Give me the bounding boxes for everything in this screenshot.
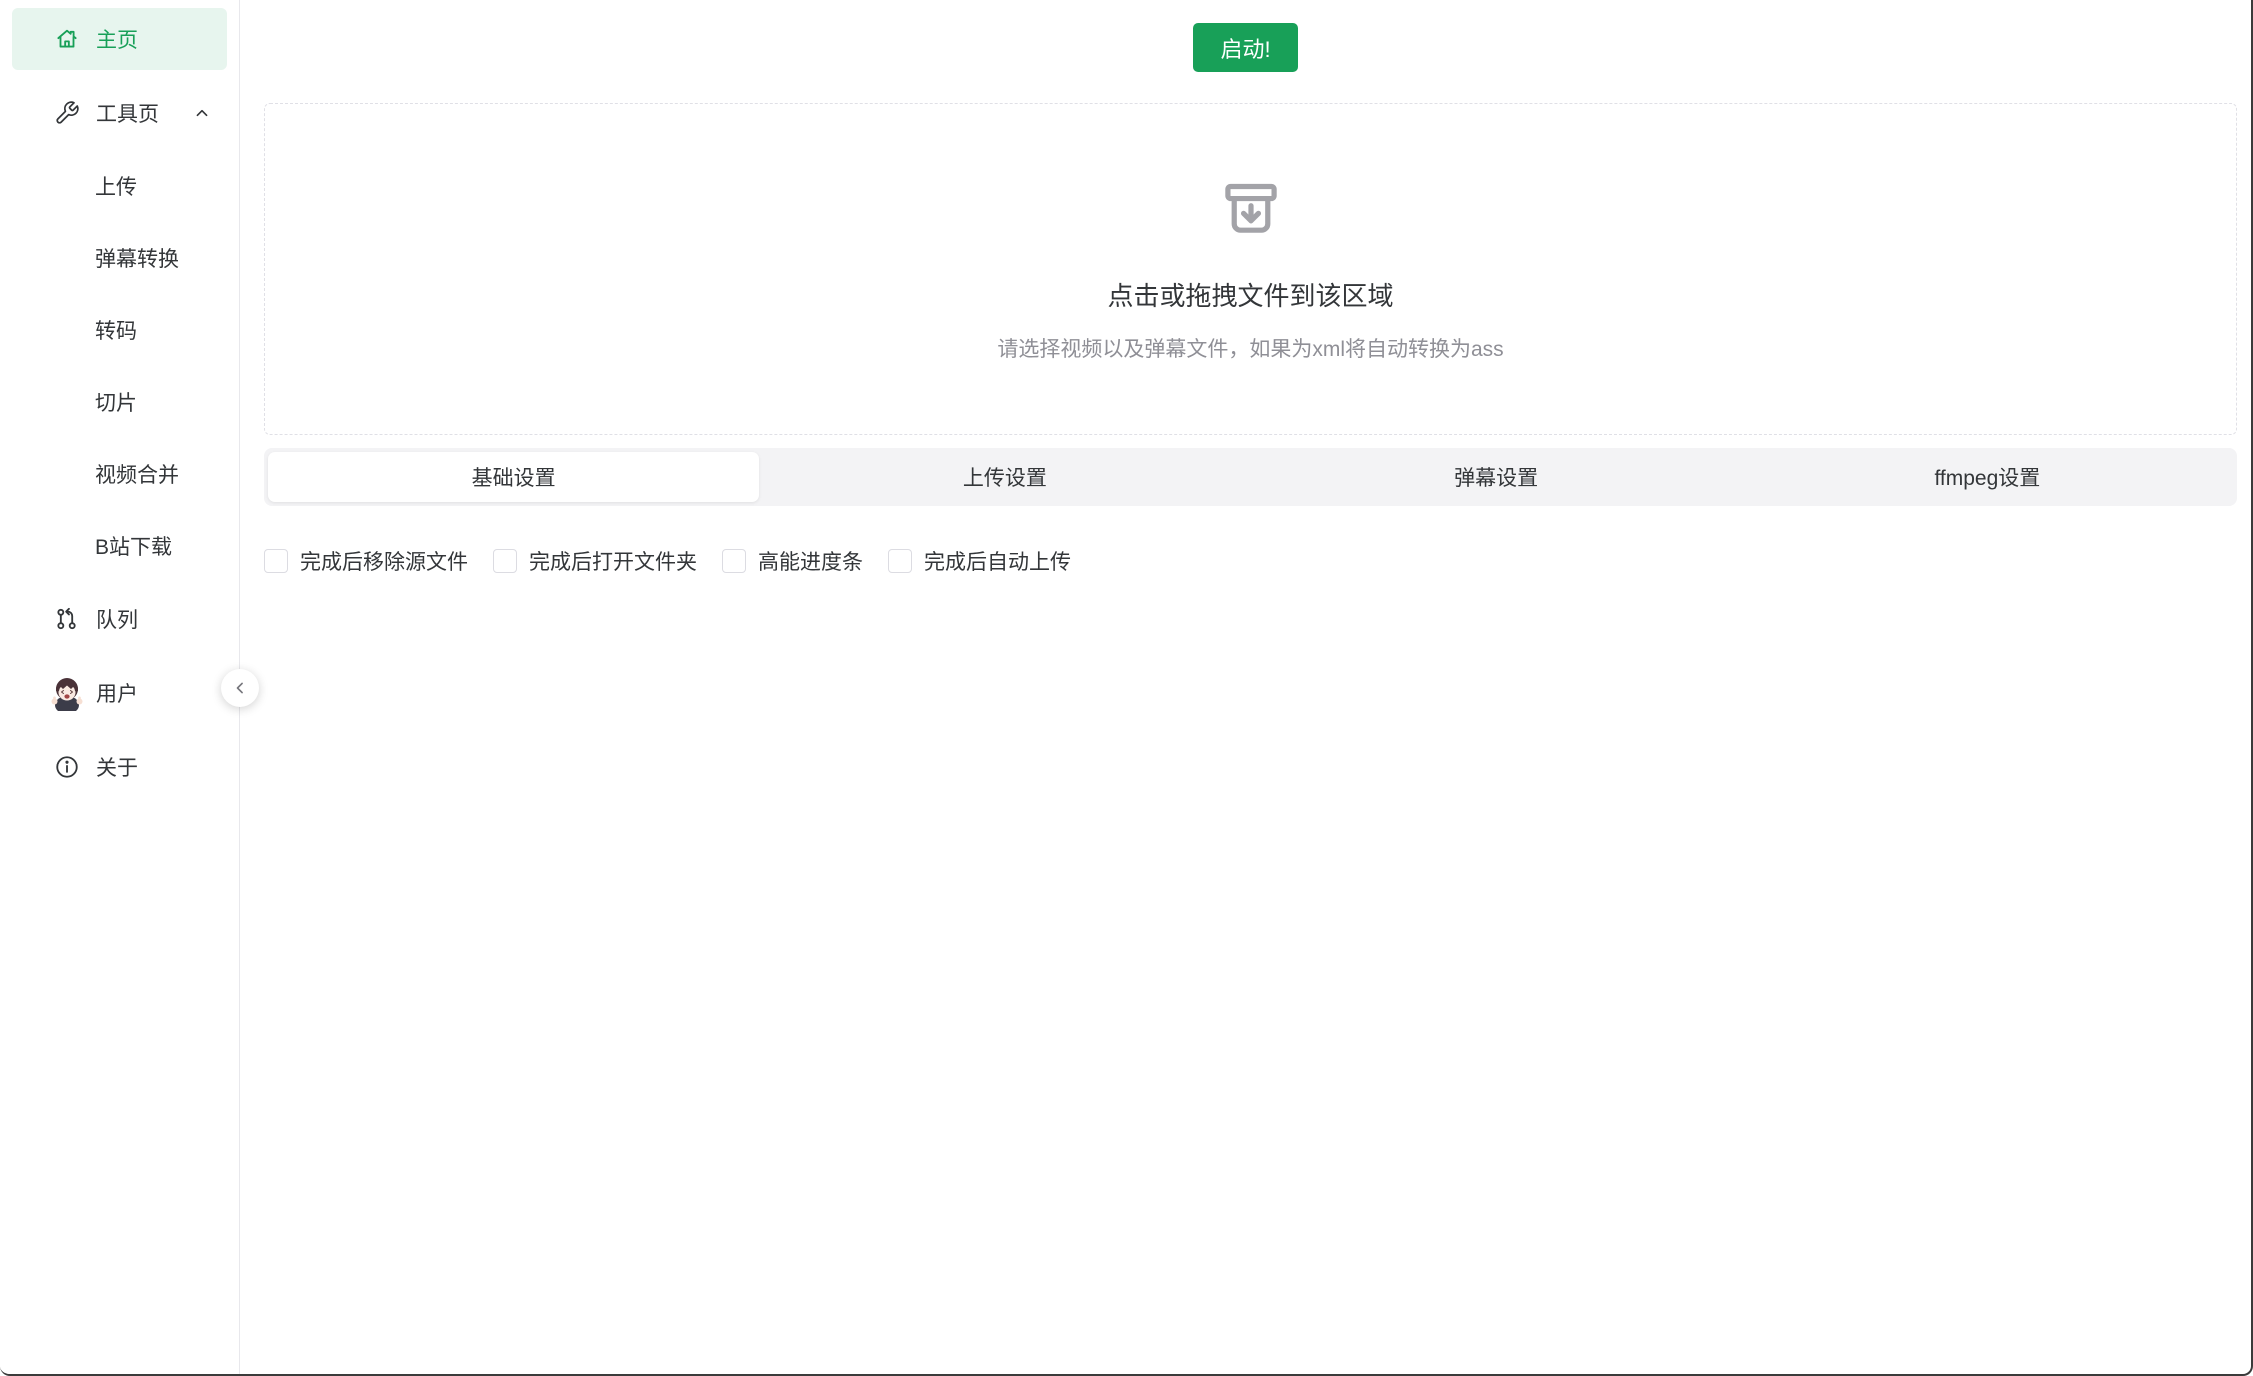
sidebar-subitem-slice[interactable]: 切片 bbox=[12, 371, 227, 433]
checkbox-label: 高能进度条 bbox=[758, 551, 863, 574]
sidebar-subitem-transcode[interactable]: 转码 bbox=[12, 299, 227, 361]
checkbox-box[interactable] bbox=[888, 549, 912, 573]
sidebar: 主页 工具页 上传 弹幕转换 转码 切片 视频合并 B站下载 队列 用户 关于 bbox=[0, 0, 240, 1374]
checkbox-label: 完成后移除源文件 bbox=[300, 551, 468, 574]
checkbox-high-energy-progress[interactable]: 高能进度条 bbox=[722, 546, 863, 576]
sidebar-collapse-button[interactable] bbox=[221, 669, 259, 707]
start-row: 启动! bbox=[240, 23, 2251, 72]
wrench-icon bbox=[54, 100, 80, 126]
sidebar-item-tools[interactable]: 工具页 bbox=[12, 82, 227, 144]
tab-basic-settings[interactable]: 基础设置 bbox=[268, 452, 760, 502]
file-dropzone[interactable]: 点击或拖拽文件到该区域 请选择视频以及弹幕文件，如果为xml将自动转换为ass bbox=[264, 103, 2237, 435]
start-button[interactable]: 启动! bbox=[1193, 23, 1298, 72]
sidebar-subitem-label: B站下载 bbox=[95, 536, 173, 559]
sidebar-subitem-label: 转码 bbox=[95, 320, 137, 343]
sidebar-subitem-upload[interactable]: 上传 bbox=[12, 155, 227, 217]
info-icon bbox=[54, 754, 80, 780]
avatar bbox=[49, 675, 85, 711]
checkbox-box[interactable] bbox=[493, 549, 517, 573]
sidebar-item-about[interactable]: 关于 bbox=[12, 736, 227, 798]
sidebar-item-user[interactable]: 用户 bbox=[12, 662, 227, 724]
archive-download-icon bbox=[1218, 176, 1284, 242]
tab-ffmpeg-settings[interactable]: ffmpeg设置 bbox=[1742, 452, 2233, 502]
checkbox-box[interactable] bbox=[264, 549, 288, 573]
checkbox-label: 完成后自动上传 bbox=[924, 551, 1071, 574]
dropzone-subtitle: 请选择视频以及弹幕文件，如果为xml将自动转换为ass bbox=[997, 337, 1504, 361]
checkbox-remove-source-after[interactable]: 完成后移除源文件 bbox=[264, 546, 468, 576]
sidebar-item-label: 队列 bbox=[96, 609, 138, 632]
sidebar-item-home[interactable]: 主页 bbox=[12, 8, 227, 70]
sidebar-subitem-danmaku-convert[interactable]: 弹幕转换 bbox=[12, 227, 227, 289]
sidebar-item-queue[interactable]: 队列 bbox=[12, 588, 227, 650]
settings-tabbar: 基础设置 上传设置 弹幕设置 ffmpeg设置 bbox=[264, 448, 2237, 506]
checkbox-open-folder-after[interactable]: 完成后打开文件夹 bbox=[493, 546, 697, 576]
checkbox-label: 完成后打开文件夹 bbox=[529, 551, 697, 574]
sidebar-subitem-label: 上传 bbox=[95, 176, 137, 199]
chevron-left-icon bbox=[230, 678, 250, 698]
sidebar-item-label: 用户 bbox=[96, 683, 138, 706]
sidebar-item-label: 主页 bbox=[96, 29, 138, 52]
sidebar-subitem-label: 切片 bbox=[95, 392, 137, 415]
checkbox-box[interactable] bbox=[722, 549, 746, 573]
checkbox-auto-upload-after[interactable]: 完成后自动上传 bbox=[888, 546, 1071, 576]
home-icon bbox=[54, 26, 80, 52]
dropzone-title: 点击或拖拽文件到该区域 bbox=[1107, 280, 1394, 311]
tab-danmaku-settings[interactable]: 弹幕设置 bbox=[1251, 452, 1742, 502]
sidebar-item-label: 工具页 bbox=[96, 103, 159, 126]
sidebar-subitem-bilibili-download[interactable]: B站下载 bbox=[12, 515, 227, 577]
sidebar-subitem-label: 视频合并 bbox=[95, 464, 179, 487]
sidebar-subitem-label: 弹幕转换 bbox=[95, 248, 179, 271]
basic-settings-panel: 完成后移除源文件 完成后打开文件夹 高能进度条 完成后自动上传 bbox=[264, 546, 2237, 576]
queue-icon bbox=[54, 606, 80, 632]
chevron-up-icon bbox=[191, 102, 213, 124]
sidebar-item-label: 关于 bbox=[96, 757, 138, 780]
main-content: 启动! 点击或拖拽文件到该区域 请选择视频以及弹幕文件，如果为xml将自动转换为… bbox=[240, 0, 2251, 1374]
tab-upload-settings[interactable]: 上传设置 bbox=[759, 452, 1250, 502]
app-window: 主页 工具页 上传 弹幕转换 转码 切片 视频合并 B站下载 队列 用户 关于 … bbox=[0, 0, 2253, 1376]
sidebar-subitem-video-merge[interactable]: 视频合并 bbox=[12, 443, 227, 505]
